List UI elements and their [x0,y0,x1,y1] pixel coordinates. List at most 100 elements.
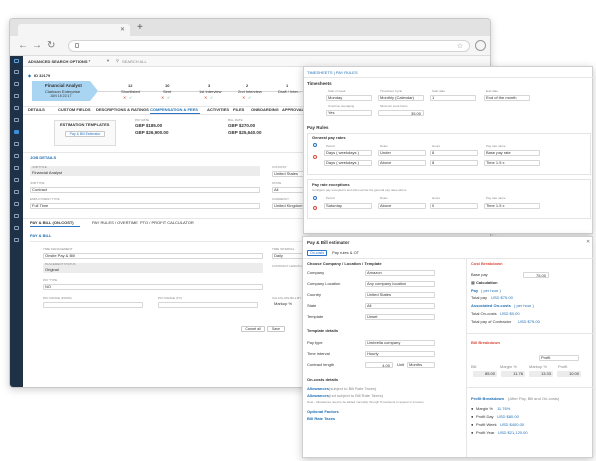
pay-type-select[interactable] [43,284,263,290]
tab-descriptions[interactable]: DESCRIPTIONS & RATINGS [96,107,149,112]
stage-count: 1 [286,83,289,88]
margin-value[interactable]: 11.76 [501,371,525,377]
col-label: Profit [558,364,568,369]
tab-details[interactable]: DETAILS [28,107,45,112]
markup-value[interactable]: 13.33 [529,371,553,377]
bill-taxes-link[interactable]: Bill Rate Taxes [307,416,335,421]
col-label: Rules [380,196,388,200]
calculator-icon: ▦ [471,280,475,285]
stage-label[interactable]: Draft / Inter... [278,89,301,94]
hours-input[interactable] [430,160,478,166]
hours-input[interactable] [430,203,478,209]
stage-label[interactable]: 1st Interview [199,89,221,94]
allowances-link[interactable]: Allowances [307,386,329,391]
back-icon[interactable]: ← [18,40,28,51]
contacts-icon[interactable] [14,118,19,122]
save-button[interactable]: Save [267,326,285,332]
chevron-down-icon: ▼ [88,59,91,63]
field-value: Full Time [32,203,49,208]
field-value: End of the month [486,95,517,100]
cancel-all-button[interactable]: Cancel all [241,326,265,332]
pay-range-from-input[interactable] [43,302,143,308]
profile-icon[interactable] [475,40,486,51]
tab-compensation[interactable]: COMPENSATION & FEES [150,107,198,112]
section-pay-rules: Pay Rules [307,125,329,130]
jobs-icon[interactable] [14,130,19,134]
optional-factors-link[interactable]: Optional Factors [307,409,339,414]
browser-tab[interactable]: ✕ [18,24,130,36]
remove-icon[interactable] [313,155,317,159]
tab-activities[interactable]: ACTIVITIES [207,107,229,112]
home-icon[interactable] [14,70,19,74]
job-title-field[interactable] [30,166,260,176]
clients-icon[interactable] [14,106,19,110]
profit-value[interactable]: 10.00 [557,371,581,377]
placements-icon[interactable] [14,154,19,158]
stage-label[interactable]: 2nd Interview [238,89,262,94]
documents-icon[interactable] [14,214,19,218]
calendar-icon[interactable] [14,94,19,98]
users-icon[interactable] [14,82,19,86]
subtab-pto[interactable]: PTO / PROFIT CALCULATOR [140,220,194,225]
tab-files[interactable]: FILES [233,107,244,112]
add-icon[interactable] [313,143,317,147]
field-label: Company [307,270,325,275]
tab-pay-rules-ot[interactable]: Pay rules & OT [332,250,359,255]
pay-bill-estimator-button[interactable]: Pay & Bill Estimator [65,131,105,137]
field-value: 1 [432,95,435,100]
field-value: 0 [432,203,435,208]
close-tab-icon[interactable]: ✕ [120,26,125,33]
remove-icon[interactable] [313,206,317,210]
bill-value[interactable]: 85.00 [473,371,497,377]
bullet-icon: ● [471,422,474,427]
allowances-link[interactable]: Allowances [307,393,329,398]
base-pay-label: Base pay [471,272,488,277]
tab-custom-fields[interactable]: CUSTOM FIELDS [58,107,91,112]
candidates-icon[interactable] [14,142,19,146]
field-label: State [307,303,317,308]
tab-onboarding[interactable]: ONBOARDING [251,107,279,112]
help-icon[interactable] [14,238,19,242]
new-tab-icon[interactable]: + [137,22,143,33]
col-label: Period [326,144,335,148]
tab-oncosts[interactable]: On-costs [307,250,327,256]
min-hours-input[interactable]: 35.00 [378,110,424,116]
field-value: Above [380,160,392,165]
reload-icon[interactable]: ↻ [47,40,55,51]
field-value: Amazon [367,270,382,275]
forward-icon[interactable]: → [32,40,42,51]
settings-icon[interactable] [14,226,19,230]
start-date-select[interactable] [430,95,476,101]
profit-value: USD $80.00 [497,414,519,419]
bookmark-star-icon[interactable]: ☆ [457,42,463,50]
advanced-search-link[interactable]: ADVANCED SEARCH OPTIONS [28,59,88,64]
oncost-note: Note - Allowances need to be added manua… [307,400,424,404]
search-input[interactable]: SEARCH ALL [122,59,147,64]
contract-length-input[interactable]: 4.00 [365,362,393,368]
fee-value: GBP $25,640.00 [228,130,262,135]
subtab-pay-bill[interactable]: PAY & BILL (ON-COST) [30,220,74,225]
url-input[interactable]: ☆ [68,40,470,52]
timesheets-icon[interactable] [14,166,19,170]
col-label: Bill [471,364,477,369]
filter-icon[interactable]: ▼ [106,58,110,63]
job-type-select[interactable] [30,187,260,193]
stage-label[interactable]: Sent [163,89,171,94]
base-pay-input[interactable]: 75.00 [523,272,549,278]
employment-type-select[interactable] [30,203,260,209]
field-value: 8 [432,160,435,165]
field-value: Profit [541,355,551,360]
subtab-pay-rules[interactable]: PAY RULES / OVERTIME [92,220,138,225]
field-label: CALCULATE BILL BY [272,296,302,300]
invoices-icon[interactable] [14,178,19,182]
stage-label[interactable]: Shortlisted [121,89,140,94]
tasks-icon[interactable] [14,202,19,206]
reports-icon[interactable] [14,190,19,194]
pay-range-to-input[interactable] [158,302,258,308]
hours-input[interactable] [430,150,478,156]
add-icon[interactable] [313,196,317,200]
close-icon[interactable]: ✕ [586,239,590,246]
time-management-select[interactable] [43,253,263,259]
menu-icon[interactable]: ⋮ [490,39,491,48]
state-select[interactable] [365,303,435,309]
